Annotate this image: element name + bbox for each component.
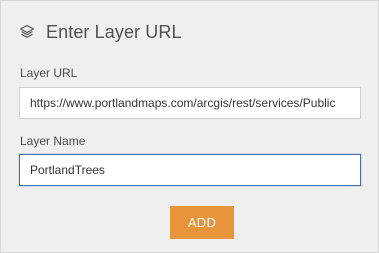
layer-url-label: Layer URL <box>20 66 78 80</box>
layer-name-input[interactable] <box>19 154 361 186</box>
add-button[interactable]: ADD <box>170 206 234 239</box>
layer-name-label: Layer Name <box>20 134 86 148</box>
layers-icon <box>19 24 35 40</box>
layer-url-input[interactable] <box>19 87 361 119</box>
panel-title: Enter Layer URL <box>46 21 182 42</box>
panel-header: Enter Layer URL <box>19 20 182 44</box>
enter-layer-url-panel: Enter Layer URL Layer URL Layer Name ADD <box>0 0 379 253</box>
